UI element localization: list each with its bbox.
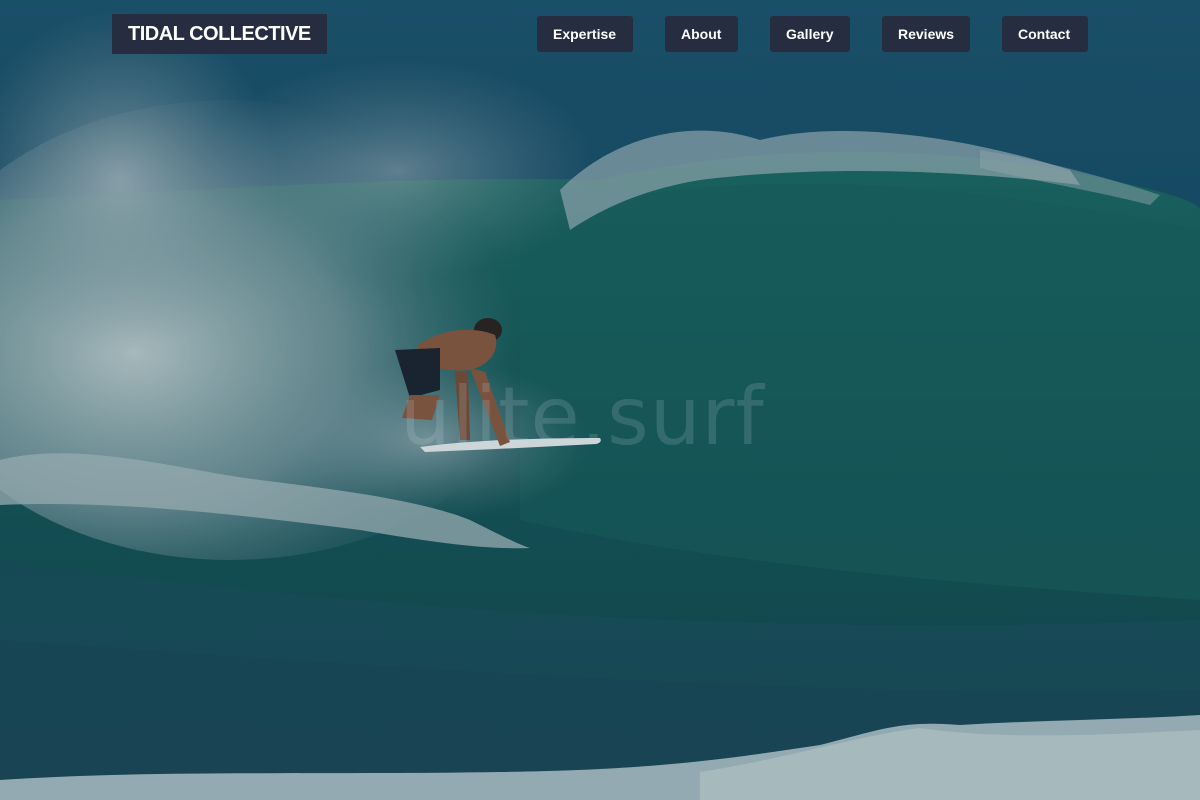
hero-background-image <box>0 0 1200 800</box>
hero-section: ulite.surf TIDAL COLLECTIVE Expertise Ab… <box>0 0 1200 800</box>
nav-gallery[interactable]: Gallery <box>770 16 850 52</box>
nav-expertise[interactable]: Expertise <box>537 16 633 52</box>
nav-about[interactable]: About <box>665 16 738 52</box>
nav-reviews[interactable]: Reviews <box>882 16 970 52</box>
site-logo[interactable]: TIDAL COLLECTIVE <box>112 14 327 54</box>
nav-contact[interactable]: Contact <box>1002 16 1088 52</box>
